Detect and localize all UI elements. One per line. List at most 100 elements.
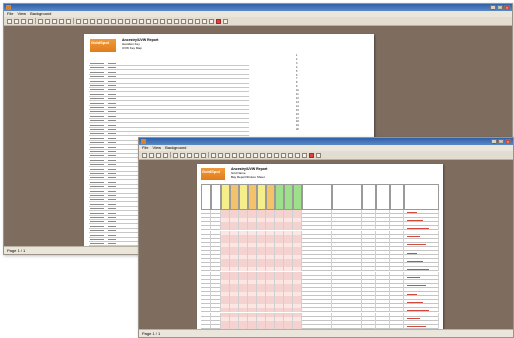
close-icon[interactable]: × <box>504 5 510 10</box>
table-cell <box>108 186 116 188</box>
toolbar-button-icon[interactable] <box>174 18 179 24</box>
table-cell <box>108 225 116 227</box>
toolbar-button-icon[interactable] <box>118 18 123 24</box>
front-statusbar: Page 1 / 1 <box>139 329 513 337</box>
toolbar-button-icon[interactable] <box>160 18 165 24</box>
toolbar-button-icon[interactable] <box>83 18 88 24</box>
toolbar-button-icon[interactable] <box>194 152 199 158</box>
minimize-icon[interactable]: _ <box>490 5 496 10</box>
table-cell <box>108 137 116 139</box>
toolbar-button-icon[interactable] <box>201 152 206 158</box>
table-cell <box>90 133 104 135</box>
table-cell <box>90 80 104 82</box>
toolbar-button-icon[interactable] <box>232 152 237 158</box>
report-title-line3: Bay Report/Fixture Sheet <box>231 175 265 179</box>
toolbar-button-icon[interactable] <box>202 18 207 24</box>
toolbar-button-icon[interactable] <box>253 152 258 158</box>
toolbar-button-icon[interactable] <box>52 18 57 24</box>
toolbar-button-icon[interactable] <box>76 18 81 24</box>
toolbar-button-icon[interactable] <box>173 152 178 158</box>
toolbar-button-icon[interactable] <box>187 152 192 158</box>
table-cell <box>90 225 104 227</box>
toolbar-button-icon[interactable] <box>139 18 144 24</box>
toolbar-button-icon[interactable] <box>59 18 64 24</box>
toolbar-separator <box>73 18 74 24</box>
toolbar-button-icon[interactable] <box>45 18 50 24</box>
toolbar-button-icon[interactable] <box>188 18 193 24</box>
toolbar-button-icon[interactable] <box>66 18 71 24</box>
table-cell <box>108 151 116 152</box>
toolbar-button-icon[interactable] <box>211 152 216 158</box>
table-cell <box>108 71 116 73</box>
toolbar-button-icon[interactable] <box>149 152 154 158</box>
table-cell <box>90 137 104 139</box>
toolbar-button-icon[interactable] <box>97 18 102 24</box>
toolbar-button-icon[interactable] <box>260 152 265 158</box>
toolbar-button-icon[interactable] <box>316 152 321 158</box>
toolbar-button-icon[interactable] <box>239 152 244 158</box>
toolbar-button-icon[interactable] <box>295 152 300 158</box>
toolbar-button-icon[interactable] <box>223 18 228 24</box>
report-title: Ancestry/UVW Report Grid Name Bay Report… <box>231 167 267 179</box>
toolbar-button-icon[interactable] <box>181 18 186 24</box>
toolbar-button-icon[interactable] <box>180 152 185 158</box>
toolbar-button-icon[interactable] <box>246 152 251 158</box>
table-cell-text <box>407 285 426 287</box>
table-cell <box>108 120 116 122</box>
toolbar-button-icon[interactable] <box>167 18 172 24</box>
toolbar-button-icon[interactable] <box>195 18 200 24</box>
grid-header-cell <box>201 184 211 210</box>
grid-header-cell <box>376 184 390 210</box>
toolbar-button-icon[interactable] <box>7 18 12 24</box>
table-cell <box>108 173 116 174</box>
toolbar-button-icon[interactable] <box>111 18 116 24</box>
toolbar-button-icon[interactable] <box>28 18 33 24</box>
toolbar-button-icon[interactable] <box>142 152 147 158</box>
table-cell <box>108 234 116 236</box>
table-cell <box>108 164 116 166</box>
front-workspace: GoldSpot Ancestry/UVW Report Grid Name B… <box>139 160 513 337</box>
toolbar-button-icon[interactable] <box>14 18 19 24</box>
report-title-line3: UVW Key Map <box>122 46 142 50</box>
toolbar-button-icon[interactable] <box>267 152 272 158</box>
toolbar-button-icon[interactable] <box>163 152 168 158</box>
table-cell <box>90 89 104 91</box>
maximize-icon[interactable]: □ <box>498 139 504 144</box>
toolbar-button-icon[interactable] <box>125 18 130 24</box>
close-icon[interactable]: × <box>505 139 511 144</box>
toolbar-button-icon[interactable] <box>274 152 279 158</box>
table-cell <box>90 85 104 86</box>
table-row <box>89 104 249 106</box>
report-title: Ancestry/UVW Report Hamilton Key UVW Key… <box>122 38 158 50</box>
toolbar-button-icon[interactable] <box>146 18 151 24</box>
toolbar-button-icon[interactable] <box>209 18 214 24</box>
back-window-titlebar[interactable]: _ □ × <box>4 4 512 11</box>
toolbar-button-icon[interactable] <box>156 152 161 158</box>
toolbar-button-icon[interactable] <box>288 152 293 158</box>
toolbar-button-icon[interactable] <box>218 152 223 158</box>
toolbar-button-icon[interactable] <box>302 152 307 158</box>
toolbar-button-icon[interactable] <box>225 152 230 158</box>
maximize-icon[interactable]: □ <box>497 5 503 10</box>
table-row <box>89 109 249 110</box>
table-cell <box>90 111 104 113</box>
toolbar-button-icon[interactable] <box>104 18 109 24</box>
toolbar-button-icon[interactable] <box>153 18 158 24</box>
table-cell <box>90 217 104 218</box>
toolbar-button-icon[interactable] <box>132 18 137 24</box>
table-cell <box>90 243 104 245</box>
table-cell <box>90 93 104 95</box>
toolbar-button-icon[interactable] <box>281 152 286 158</box>
legend-item: 20 <box>296 128 299 132</box>
toolbar-button-icon[interactable] <box>38 18 43 24</box>
grid-header-cell <box>230 184 239 210</box>
table-cell <box>108 124 116 126</box>
print-icon[interactable] <box>309 152 314 158</box>
minimize-icon[interactable]: _ <box>491 139 497 144</box>
table-cell-text <box>407 211 417 213</box>
print-icon[interactable] <box>216 18 221 24</box>
table-cell <box>108 239 116 240</box>
toolbar-button-icon[interactable] <box>21 18 26 24</box>
toolbar-button-icon[interactable] <box>90 18 95 24</box>
front-window-titlebar[interactable]: _ □ × <box>139 138 513 145</box>
